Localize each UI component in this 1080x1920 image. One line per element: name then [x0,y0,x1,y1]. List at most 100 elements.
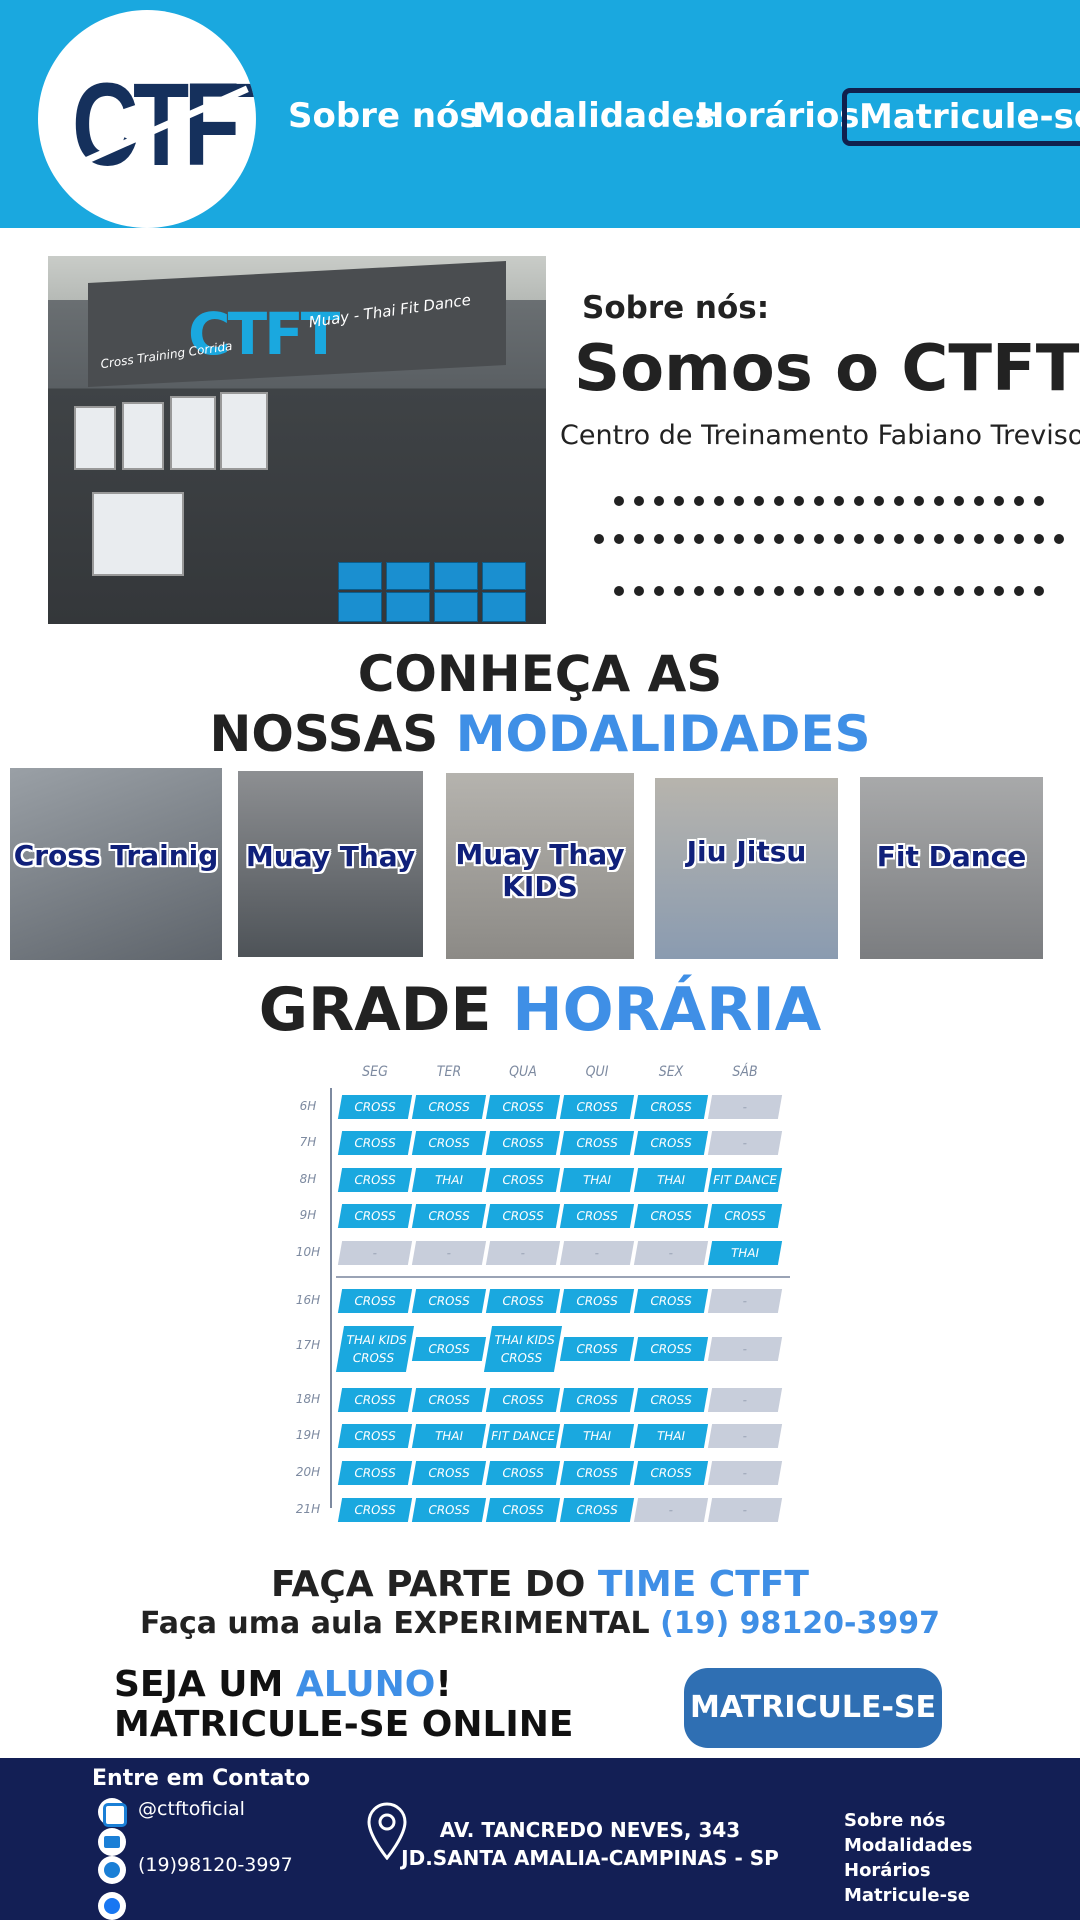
seja-aluno-text: SEJA UM ALUNO! [114,1664,452,1705]
email-icon[interactable] [98,1828,126,1856]
modality-label: Muay Thay [245,840,416,873]
modality-card-muay-thay-kids[interactable]: Muay Thay KIDS [446,773,634,959]
phone-icon[interactable] [98,1856,126,1884]
trial-class-line: Faça uma aula EXPERIMENTAL (19) 98120-39… [0,1604,1080,1644]
schedule-cell: THAI [633,1168,709,1192]
modalities-heading-line1: CONHEÇA AS [357,645,723,703]
schedule-day-2: QUA [509,1064,537,1080]
footer-link-matricule-se[interactable]: Matricule-se [844,1883,973,1908]
instagram-handle[interactable]: @ctftoficial [138,1798,245,1820]
schedule-cell: THAI KIDS CROSS [483,1326,563,1372]
schedule-cell: CROSS [337,1095,413,1119]
matricule-online-text: MATRICULE-SE ONLINE [114,1704,574,1745]
schedule-heading: GRADE HORÁRIA [0,974,1080,1046]
schedule-cell: CROSS [559,1337,635,1361]
schedule-cell: CROSS [485,1498,561,1522]
page: CTFT Sobre nós Modalidades Horários Matr… [0,0,1080,1920]
footer-link-horarios[interactable]: Horários [844,1858,973,1883]
nav-sobre-nos[interactable]: Sobre nós [288,92,480,140]
modality-card-fit-dance[interactable]: Fit Dance [860,777,1043,959]
schedule-cell: CROSS [559,1095,635,1119]
schedule-cell: CROSS [559,1204,635,1228]
nav-modalidades[interactable]: Modalidades [472,92,715,140]
nav-horarios[interactable]: Horários [696,92,860,140]
schedule-cell: CROSS [559,1461,635,1485]
modality-label: Fit Dance [876,840,1027,873]
schedule-cell: - [337,1241,413,1265]
gym-facade-photo: CTFT Cross Training Corrida Muay - Thai … [48,256,546,624]
schedule-axis-line [330,1088,332,1508]
address-line1: AV. TANCREDO NEVES, 343 [439,1818,741,1842]
schedule-cell: CROSS [633,1337,709,1361]
schedule-cell: CROSS [485,1388,561,1412]
modality-card-cross[interactable]: Cross Trainig [10,768,222,960]
seja-accent: ALUNO [295,1664,436,1705]
schedule-cell: - [411,1241,487,1265]
schedule-cell: CROSS [411,1095,487,1119]
schedule-cell: THAI [633,1424,709,1448]
schedule-day-5: SÁB [732,1064,758,1080]
schedule-heading-accent: HORÁRIA [512,975,822,1045]
join-headline-accent: TIME CTFT [597,1564,809,1605]
schedule-cell: - [633,1241,709,1265]
schedule-cell: CROSS [411,1204,487,1228]
schedule-cell: CROSS [337,1168,413,1192]
nav-matricule-se-button[interactable]: Matricule-se [842,88,1080,146]
join-headline-prefix: FAÇA PARTE DO [271,1564,598,1605]
schedule-cell: - [707,1388,783,1412]
modality-card-muay-thay[interactable]: Muay Thay [238,771,423,957]
schedule-cell: CROSS [559,1388,635,1412]
schedule-grid: SEG TER QUA QUI SEX SÁB 6H CROSS CROSS CROSS CROSS… [290,1058,790,1522]
modality-card-jiu-jitsu[interactable]: Jiu Jitsu [655,778,838,959]
schedule-cell: CROSS [485,1289,561,1313]
schedule-cell: - [485,1241,561,1265]
modality-label: Cross Trainig [13,839,219,872]
ctft-logo[interactable]: CTFT [38,10,256,228]
schedule-cell: CROSS [633,1095,709,1119]
contact-title: Entre em Contato [92,1766,311,1791]
seja-prefix: SEJA UM [114,1664,296,1705]
schedule-cell: THAI [411,1424,487,1448]
site-header: CTFT Sobre nós Modalidades Horários Matr… [0,0,1080,228]
trial-class-phone[interactable]: (19) 98120-3997 [660,1606,940,1641]
schedule-cell: THAI [559,1168,635,1192]
schedule-cell: CROSS [411,1388,487,1412]
schedule-hour-label: 17H [295,1338,321,1352]
schedule-hour-label: 19H [295,1428,321,1442]
schedule-hour-label: 21H [295,1502,321,1516]
schedule-cell: THAI [411,1168,487,1192]
schedule-day-4: SEX [658,1064,684,1080]
dots-row-1 [614,494,1054,510]
schedule-cell: CROSS [485,1095,561,1119]
schedule-cell: CROSS [707,1204,783,1228]
schedule-cell: CROSS [337,1498,413,1522]
schedule-cell: CROSS [337,1461,413,1485]
schedule-hour-label: 9H [299,1208,317,1222]
schedule-hour-label: 16H [295,1293,321,1307]
schedule-cell: CROSS [485,1168,561,1192]
schedule-hour-label: 8H [299,1172,317,1186]
facebook-icon[interactable] [98,1892,126,1920]
schedule-cell: - [633,1498,709,1522]
schedule-cell: - [559,1241,635,1265]
schedule-cell: CROSS [337,1289,413,1313]
modality-label: Muay Thay KIDS [455,838,625,903]
instagram-icon[interactable] [98,1798,127,1827]
footer-link-sobre-nos[interactable]: Sobre nós [844,1808,973,1833]
modality-label: Jiu Jitsu [686,835,807,868]
seja-suffix: ! [435,1664,452,1705]
schedule-cell: FIT DANCE [707,1168,783,1192]
about-kicker: Sobre nós: [582,290,770,326]
footer-link-modalidades[interactable]: Modalidades [844,1833,973,1858]
schedule-hour-label: 6H [299,1099,317,1113]
trial-class-text: Faça uma aula EXPERIMENTAL [139,1606,661,1641]
footer-phone[interactable]: (19)98120-3997 [138,1854,293,1876]
footer-nav: Sobre nós Modalidades Horários Matricule… [844,1808,973,1908]
schedule-cell: - [707,1424,783,1448]
matricule-se-button[interactable]: MATRICULE-SE [684,1668,942,1748]
photo-sign-logo: CTFT [188,300,340,368]
schedule-cell: - [707,1095,783,1119]
schedule-cell: CROSS [633,1204,709,1228]
schedule-cell: CROSS [633,1388,709,1412]
about-subtitle: Centro de Treinamento Fabiano Treviso [560,420,1080,451]
